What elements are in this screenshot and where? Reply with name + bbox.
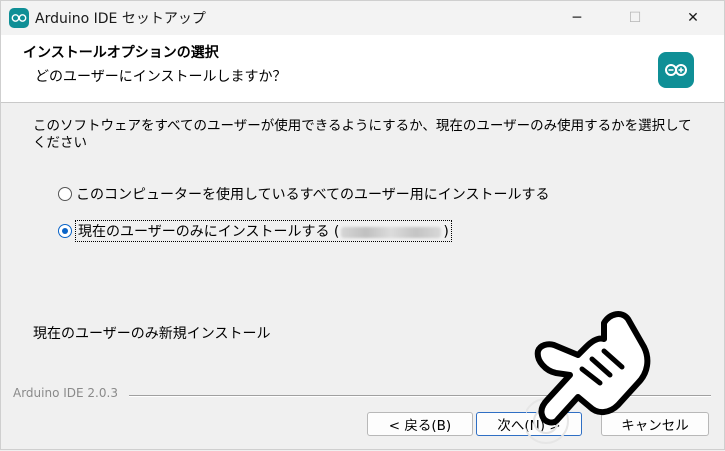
radio-button[interactable] [58,187,72,201]
install-info-text: 現在のユーザーのみ新規インストール [33,326,271,342]
maximize-button[interactable]: ☐ [607,1,663,35]
page-title: インストールオプションの選択 [23,45,219,61]
window-title: Arduino IDE セットアップ [35,11,206,27]
description-text: このソフトウェアをすべてのユーザーが使用できるようにするか、現在のユーザーのみ使… [33,118,692,151]
option-all-users[interactable]: このコンピューターを使用しているすべてのユーザー用にインストールする [58,184,549,204]
option-all-users-label[interactable]: このコンピューターを使用しているすべてのユーザー用にインストールする [76,184,549,204]
back-button[interactable]: < 戻る(B) [367,412,473,436]
pointing-hand-icon [526,311,651,444]
option-current-user[interactable]: 現在のユーザーのみにインストールする () [58,220,452,242]
wizard-header: インストールオプションの選択 どのユーザーにインストールしますか？ [1,35,724,103]
setup-window: Arduino IDE セットアップ ─ ☐ ✕ インストールオプションの選択 … [0,0,725,450]
branding-text: Arduino IDE 2.0.3 [13,386,118,400]
title-bar[interactable]: Arduino IDE セットアップ ─ ☐ ✕ [1,1,724,35]
blurred-username [341,226,442,238]
arduino-logo-icon [658,52,694,88]
close-button[interactable]: ✕ [665,1,721,35]
arduino-app-icon [9,8,29,28]
option-current-user-label-suffix: ) [443,224,449,240]
minimize-button[interactable]: ─ [549,1,605,35]
option-current-user-label[interactable]: 現在のユーザーのみにインストールする () [75,220,452,242]
page-subtitle: どのユーザーにインストールしますか？ [35,69,287,85]
option-current-user-label-prefix: 現在のユーザーのみにインストールする ( [78,224,340,240]
radio-button-selected[interactable] [58,224,72,238]
